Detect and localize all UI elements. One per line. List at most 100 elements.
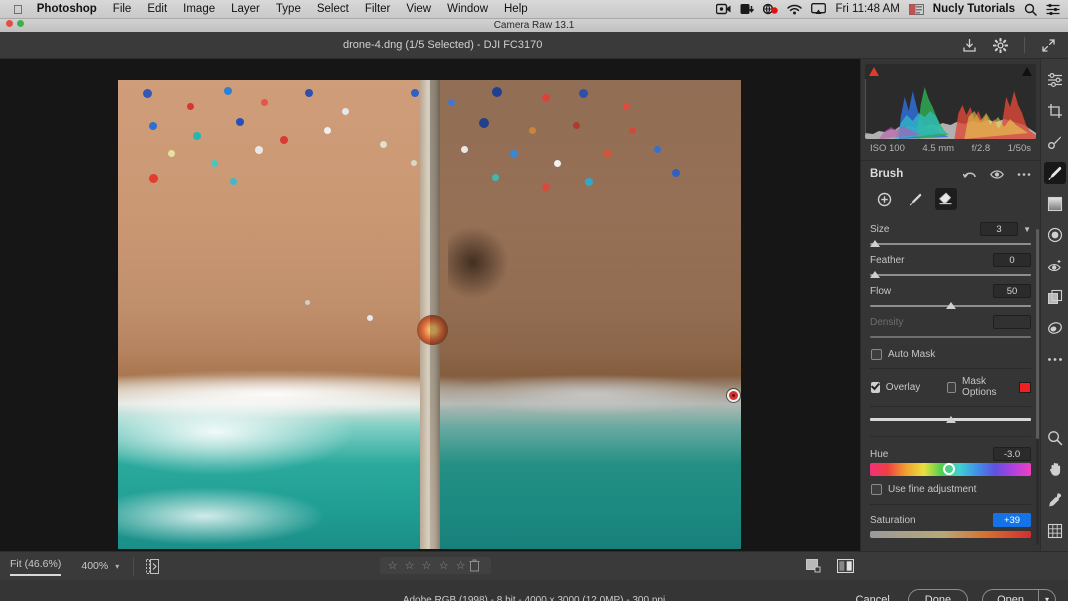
macos-menu-bar:  Photoshop File Edit Image Layer Type S… xyxy=(0,0,1068,19)
zoom-window-button[interactable] xyxy=(17,20,24,27)
fine-adjustment-checkbox[interactable] xyxy=(871,484,882,495)
slider-feather: Feather 0 xyxy=(869,252,1031,281)
menu-edit[interactable]: Edit xyxy=(139,0,175,19)
shadow-clipping-warning-icon[interactable] xyxy=(869,67,879,76)
menu-select[interactable]: Select xyxy=(309,0,357,19)
menu-type[interactable]: Type xyxy=(268,0,309,19)
histogram[interactable] xyxy=(865,64,1036,139)
overlay-checkbox[interactable] xyxy=(871,381,880,393)
keyboard-flag-icon[interactable] xyxy=(908,3,924,15)
chevron-down-icon[interactable]: ▾ xyxy=(115,562,119,571)
edit-sliders-icon[interactable] xyxy=(1044,69,1068,91)
auto-mask-row[interactable]: Auto Mask xyxy=(871,349,1031,360)
window-title: Camera Raw 13.1 xyxy=(493,20,575,31)
mask-color-swatch[interactable] xyxy=(1019,381,1031,393)
zoom-level-value[interactable]: 400% xyxy=(81,560,108,572)
menu-filter[interactable]: Filter xyxy=(357,0,399,19)
slider-value-size[interactable]: 3 xyxy=(980,222,1019,236)
airplay-icon[interactable] xyxy=(811,3,827,15)
erase-brush-icon[interactable] xyxy=(935,188,957,210)
slider-knob-size[interactable] xyxy=(869,240,880,247)
apple-icon[interactable]:  xyxy=(13,3,23,16)
slider-value-saturation[interactable]: +39 xyxy=(993,513,1031,527)
control-center-icon[interactable] xyxy=(1046,3,1060,15)
preferences-gear-icon[interactable] xyxy=(993,37,1008,53)
menu-image[interactable]: Image xyxy=(175,0,223,19)
close-window-button[interactable] xyxy=(6,20,13,27)
zoom-tool-icon[interactable] xyxy=(1044,427,1066,449)
star-outline-icon[interactable]: ☆ xyxy=(452,559,469,572)
brush-mode-buttons xyxy=(873,188,1031,210)
spot-removal-icon[interactable] xyxy=(1044,131,1068,153)
star-outline-icon[interactable]: ☆ xyxy=(418,559,435,572)
download-icon[interactable] xyxy=(740,3,755,15)
menu-help[interactable]: Help xyxy=(496,0,536,19)
single-view-icon[interactable] xyxy=(803,557,823,575)
slider-knob-flow[interactable] xyxy=(945,302,956,309)
slider-track-size[interactable] xyxy=(869,238,1031,250)
more-options-icon[interactable] xyxy=(1017,172,1031,177)
highlight-clipping-warning-icon[interactable] xyxy=(1022,67,1032,76)
menu-clock[interactable]: Fri 11:48 AM xyxy=(835,3,899,15)
menu-photoshop[interactable]: Photoshop xyxy=(35,0,105,19)
star-outline-icon[interactable]: ☆ xyxy=(384,559,401,572)
image-metadata-link[interactable]: Adobe RGB (1998) - 8 bit - 4000 x 3000 (… xyxy=(0,595,1068,601)
star-outline-icon[interactable]: ☆ xyxy=(435,559,452,572)
wifi-icon[interactable] xyxy=(787,4,803,15)
slider-track-feather[interactable] xyxy=(869,269,1031,281)
star-outline-icon[interactable]: ☆ xyxy=(401,559,418,572)
menu-window[interactable]: Window xyxy=(439,0,496,19)
panel-divider-3 xyxy=(870,436,1031,437)
filmstrip-toggle-icon[interactable] xyxy=(146,558,160,574)
menu-file[interactable]: File xyxy=(105,0,140,19)
hand-tool-icon[interactable] xyxy=(1044,458,1066,480)
slider-hue: Hue -3.0 xyxy=(870,446,1031,476)
menu-user-name[interactable]: Nucly Tutorials xyxy=(933,3,1015,15)
slider-knob-top-adjust[interactable] xyxy=(945,416,956,423)
new-brush-icon[interactable] xyxy=(873,188,895,210)
hue-slider-knob[interactable] xyxy=(942,463,955,475)
slider-track-flow[interactable] xyxy=(870,300,1031,312)
slider-value-flow[interactable]: 50 xyxy=(993,284,1031,298)
saturation-gradient-track[interactable] xyxy=(870,531,1031,538)
eyedropper-tool-icon[interactable] xyxy=(1044,489,1066,511)
hue-gradient-track[interactable] xyxy=(870,463,1031,476)
grid-toggle-icon[interactable] xyxy=(1044,520,1066,542)
snapshots-icon[interactable] xyxy=(1044,317,1066,339)
brush-pin-marker[interactable] xyxy=(727,389,740,402)
screen-share-icon[interactable] xyxy=(763,3,779,15)
exif-focal-length: 4.5 mm xyxy=(922,143,955,154)
toggle-visibility-icon[interactable] xyxy=(990,169,1004,180)
crop-icon[interactable] xyxy=(1044,100,1066,122)
raw-preview-image[interactable] xyxy=(118,80,741,549)
red-eye-removal-icon[interactable] xyxy=(1044,255,1066,277)
fit-zoom-label[interactable]: Fit (46.6%) xyxy=(10,556,62,576)
fullscreen-icon[interactable] xyxy=(1041,38,1056,53)
slider-value-feather[interactable]: 0 xyxy=(993,253,1031,267)
slider-knob-feather[interactable] xyxy=(869,271,880,278)
star-rating-control[interactable]: ☆ ☆ ☆ ☆ ☆ xyxy=(380,557,491,574)
trash-icon[interactable] xyxy=(469,559,487,572)
save-image-icon[interactable] xyxy=(962,38,977,53)
chevron-down-icon[interactable]: ▼ xyxy=(1023,225,1031,234)
auto-mask-checkbox[interactable] xyxy=(871,349,882,360)
slider-track-top-adjust[interactable] xyxy=(870,414,1031,426)
slider-value-hue[interactable]: -3.0 xyxy=(993,447,1031,461)
adjustment-brush-icon[interactable] xyxy=(1043,162,1068,184)
reset-icon[interactable] xyxy=(963,168,977,180)
fine-adjustment-row[interactable]: Use fine adjustment xyxy=(871,484,1031,495)
image-canvas-stage[interactable] xyxy=(0,59,860,551)
graduated-filter-icon[interactable] xyxy=(1044,193,1066,215)
panel-scrollbar[interactable] xyxy=(1036,229,1039,545)
mask-options-checkbox[interactable] xyxy=(947,381,957,393)
presets-icon[interactable] xyxy=(1044,286,1066,308)
before-after-view-icon[interactable] xyxy=(835,557,855,575)
menu-layer[interactable]: Layer xyxy=(223,0,268,19)
more-tools-icon[interactable] xyxy=(1044,348,1066,370)
radial-filter-icon[interactable] xyxy=(1044,224,1066,246)
wave-foam-2 xyxy=(118,389,380,484)
search-icon[interactable] xyxy=(1024,3,1037,16)
menu-view[interactable]: View xyxy=(398,0,439,19)
add-brush-icon[interactable] xyxy=(904,188,926,210)
screen-record-icon[interactable] xyxy=(716,3,731,15)
